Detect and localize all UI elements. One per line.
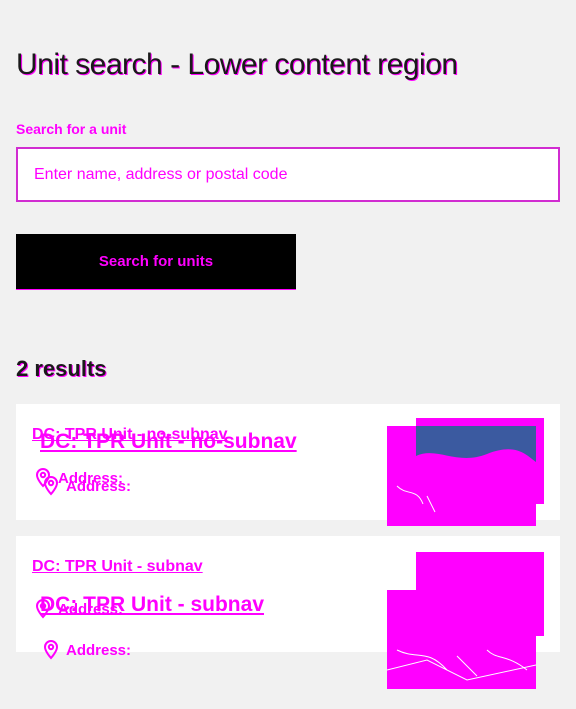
- results-count: 2 results: [16, 356, 107, 381]
- unit-thumbnail-overlay: [387, 426, 536, 526]
- search-label: Search for a unit: [16, 121, 127, 137]
- address-label: Address:: [66, 477, 132, 495]
- address-label: Address:: [58, 600, 124, 618]
- address-label: Address:: [66, 641, 132, 659]
- unit-photo-overlay: [387, 426, 536, 526]
- map-pin-icon: [35, 599, 51, 619]
- address-row-overlay: Address:: [42, 476, 131, 496]
- address-row: Address:: [34, 599, 123, 619]
- page-title: Unit search - Lower content region: [16, 48, 458, 81]
- result-card: DC: TPR Unit - no-subnav DC: TPR Unit - …: [16, 404, 560, 526]
- result-card: DC: TPR Unit - subnav DC: TPR Unit - sub…: [16, 536, 560, 689]
- search-input[interactable]: [16, 147, 560, 202]
- map-pin-icon: [43, 640, 59, 660]
- search-button[interactable]: Search for units: [16, 234, 296, 290]
- unit-photo-overlay: [387, 649, 536, 681]
- unit-thumbnail-overlay: [387, 590, 536, 689]
- unit-link[interactable]: DC: TPR Unit - subnav: [32, 558, 203, 576]
- map-pin-icon: [43, 476, 59, 496]
- address-row-overlay: Address:: [42, 640, 131, 660]
- unit-link-overlay[interactable]: DC: TPR Unit - no-subnav: [40, 430, 297, 454]
